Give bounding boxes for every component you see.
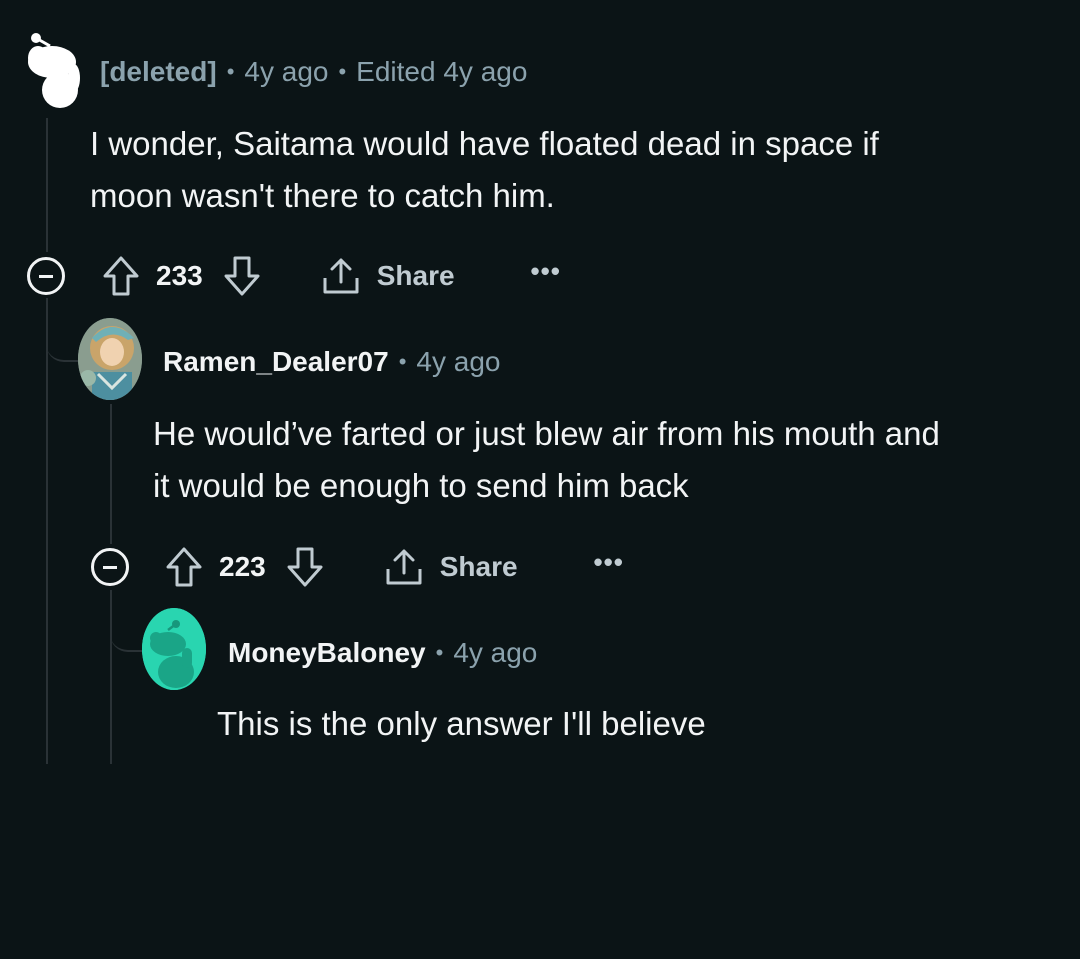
vote-score: 233: [156, 260, 203, 291]
comment-body: This is the only answer I'll believe: [217, 698, 706, 750]
avatar[interactable]: [142, 608, 206, 690]
author-name[interactable]: Ramen_Dealer07: [163, 346, 389, 378]
timestamp[interactable]: 4y ago: [244, 56, 328, 88]
comment-meta: [deleted] • 4y ago • Edited 4y ago: [100, 52, 527, 92]
comment-body-line: moon wasn't there to catch him.: [90, 177, 555, 214]
comment-body-line: This is the only answer I'll believe: [217, 705, 706, 742]
timestamp[interactable]: 4y ago: [416, 346, 500, 378]
thread-line-reply[interactable]: [110, 404, 112, 544]
upvote-icon[interactable]: [165, 546, 203, 588]
vote-controls: 233: [102, 255, 261, 297]
snoo-teal-icon: [142, 608, 206, 690]
avatar[interactable]: [78, 318, 142, 400]
thread-line-root[interactable]: [46, 118, 48, 252]
author-name[interactable]: MoneyBaloney: [228, 637, 426, 669]
author-name[interactable]: [deleted]: [100, 56, 217, 88]
more-options-button[interactable]: •••: [531, 258, 561, 291]
comment-meta: MoneyBaloney • 4y ago: [228, 633, 537, 673]
share-icon: [323, 258, 359, 294]
timestamp[interactable]: 4y ago: [453, 637, 537, 669]
snoo-default-icon: [28, 33, 80, 108]
thread-elbow-1: [46, 298, 80, 362]
comment-meta: Ramen_Dealer07 • 4y ago: [163, 342, 500, 382]
collapse-button[interactable]: [91, 548, 129, 586]
edited-label: Edited 4y ago: [356, 56, 528, 87]
downvote-icon[interactable]: [286, 546, 324, 588]
vote-controls: 223: [165, 546, 324, 588]
comment-actions: 223 Share •••: [165, 542, 624, 592]
share-label: Share: [439, 551, 518, 582]
collapse-button[interactable]: [27, 257, 65, 295]
comment-actions: 233 Share •••: [102, 251, 561, 301]
share-label: Share: [376, 260, 455, 291]
separator-dot: •: [398, 349, 407, 374]
downvote-icon[interactable]: [223, 255, 261, 297]
share-button[interactable]: Share: [321, 256, 455, 296]
separator-dot: •: [338, 59, 347, 84]
more-options-button[interactable]: •••: [594, 549, 624, 582]
comment-thread: [deleted] • 4y ago • Edited 4y ago I won…: [0, 0, 1080, 959]
upvote-icon[interactable]: [102, 255, 140, 297]
separator-dot: •: [435, 640, 444, 665]
comment-body: I wonder, Saitama would have floated dea…: [90, 118, 879, 222]
thread-line-root-lower[interactable]: [46, 298, 48, 764]
share-button[interactable]: Share: [384, 547, 518, 587]
avatar[interactable]: [24, 28, 80, 110]
comment-body-line: it would be enough to send him back: [153, 467, 689, 504]
comment-body-line: He would’ve farted or just blew air from…: [153, 415, 940, 452]
comment-body: He would’ve farted or just blew air from…: [153, 408, 940, 512]
anime-avatar-icon: [78, 318, 142, 400]
vote-score: 223: [219, 551, 266, 582]
separator-dot: •: [226, 59, 235, 84]
share-icon: [386, 549, 422, 585]
comment-body-line: I wonder, Saitama would have floated dea…: [90, 125, 879, 162]
thread-elbow-2: [110, 590, 144, 652]
